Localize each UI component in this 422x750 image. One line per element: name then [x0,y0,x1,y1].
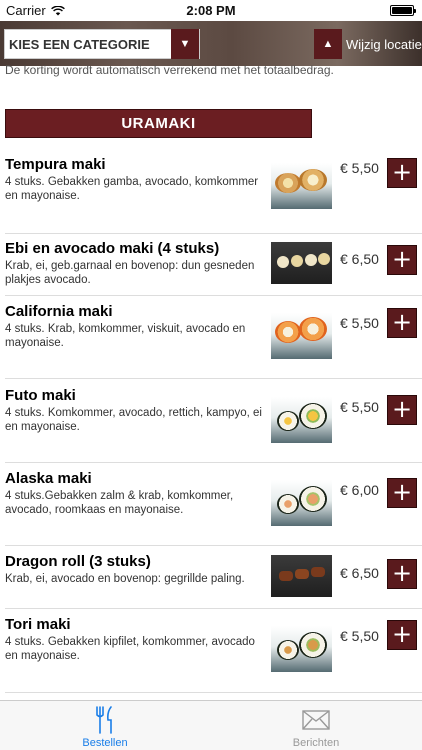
product-image [271,397,332,443]
product-name: Tempura maki [5,156,106,173]
product-description: Krab, ei, avocado en bovenop: gegrillde … [5,573,245,585]
product-description: 4 stuks. Komkommer, avocado, rettich, ka… [5,407,262,433]
tab-bestellen[interactable]: Bestellen [45,705,165,749]
category-select[interactable]: KIES EEN CATEGORIE ▼ [4,29,200,59]
product-image [271,163,332,209]
product-description: 4 stuks. Gebakken gamba, avocado, komkom… [5,176,259,202]
product-name: Alaska maki [5,470,92,487]
divider [5,295,422,296]
product-image [271,313,332,359]
add-to-cart-button[interactable]: + [387,620,417,650]
product-description: 4 stuks. Gebakken kipfilet, komkommer, a… [5,636,255,662]
chevron-up-icon[interactable]: ▲ [314,29,342,59]
product-price: € 5,50 [340,160,379,176]
divider [5,462,422,463]
product-name: Dragon roll (3 stuks) [5,553,151,570]
divider [5,545,422,546]
product-price: € 6,50 [340,251,379,267]
status-bar: Carrier 2:08 PM [0,0,422,21]
product-image [271,242,332,284]
tab-label: Bestellen [82,737,128,749]
status-time: 2:08 PM [186,3,236,18]
battery-icon [390,5,416,16]
product-name: Ebi en avocado maki (4 stuks) [5,240,220,257]
add-to-cart-button[interactable]: + [387,158,417,188]
change-location-button[interactable]: ▲ Wijzig locatie [314,29,422,59]
add-to-cart-button[interactable]: + [387,478,417,508]
product-price: € 6,50 [340,565,379,581]
divider [5,233,422,234]
product-description: 4 stuks.Gebakken zalm & krab, komkommer,… [5,490,234,516]
divider [5,608,422,609]
product-image [271,555,332,597]
add-to-cart-button[interactable]: + [387,395,417,425]
product-description: 4 stuks. Krab, komkommer, viskuit, avoca… [5,323,246,349]
section-header: URAMAKI [5,109,312,138]
top-bar: KIES EEN CATEGORIE ▼ ▲ Wijzig locatie [0,21,422,66]
tab-bar: Bestellen Berichten [0,700,422,750]
product-price: € 5,50 [340,315,379,331]
product-name: California maki [5,303,113,320]
category-select-label: KIES EEN CATEGORIE [9,36,150,52]
divider [5,692,422,693]
product-name: Futo maki [5,387,76,404]
envelope-icon [256,705,376,735]
chevron-down-icon[interactable]: ▼ [171,29,199,59]
tab-berichten[interactable]: Berichten [256,705,376,749]
tab-label: Berichten [292,737,340,749]
product-description: Krab, ei, geb.garnaal en bovenop: dun ge… [5,260,255,286]
add-to-cart-button[interactable]: + [387,245,417,275]
divider [5,378,422,379]
product-price: € 6,00 [340,482,379,498]
fork-knife-icon [45,705,165,735]
change-location-label: Wijzig locatie [346,36,422,52]
product-image [271,626,332,672]
product-image [271,480,332,526]
product-name: Tori maki [5,616,71,633]
add-to-cart-button[interactable]: + [387,559,417,589]
add-to-cart-button[interactable]: + [387,308,417,338]
product-price: € 5,50 [340,399,379,415]
product-price: € 5,50 [340,628,379,644]
discount-notice: De korting wordt automatisch verrekend m… [5,64,334,77]
